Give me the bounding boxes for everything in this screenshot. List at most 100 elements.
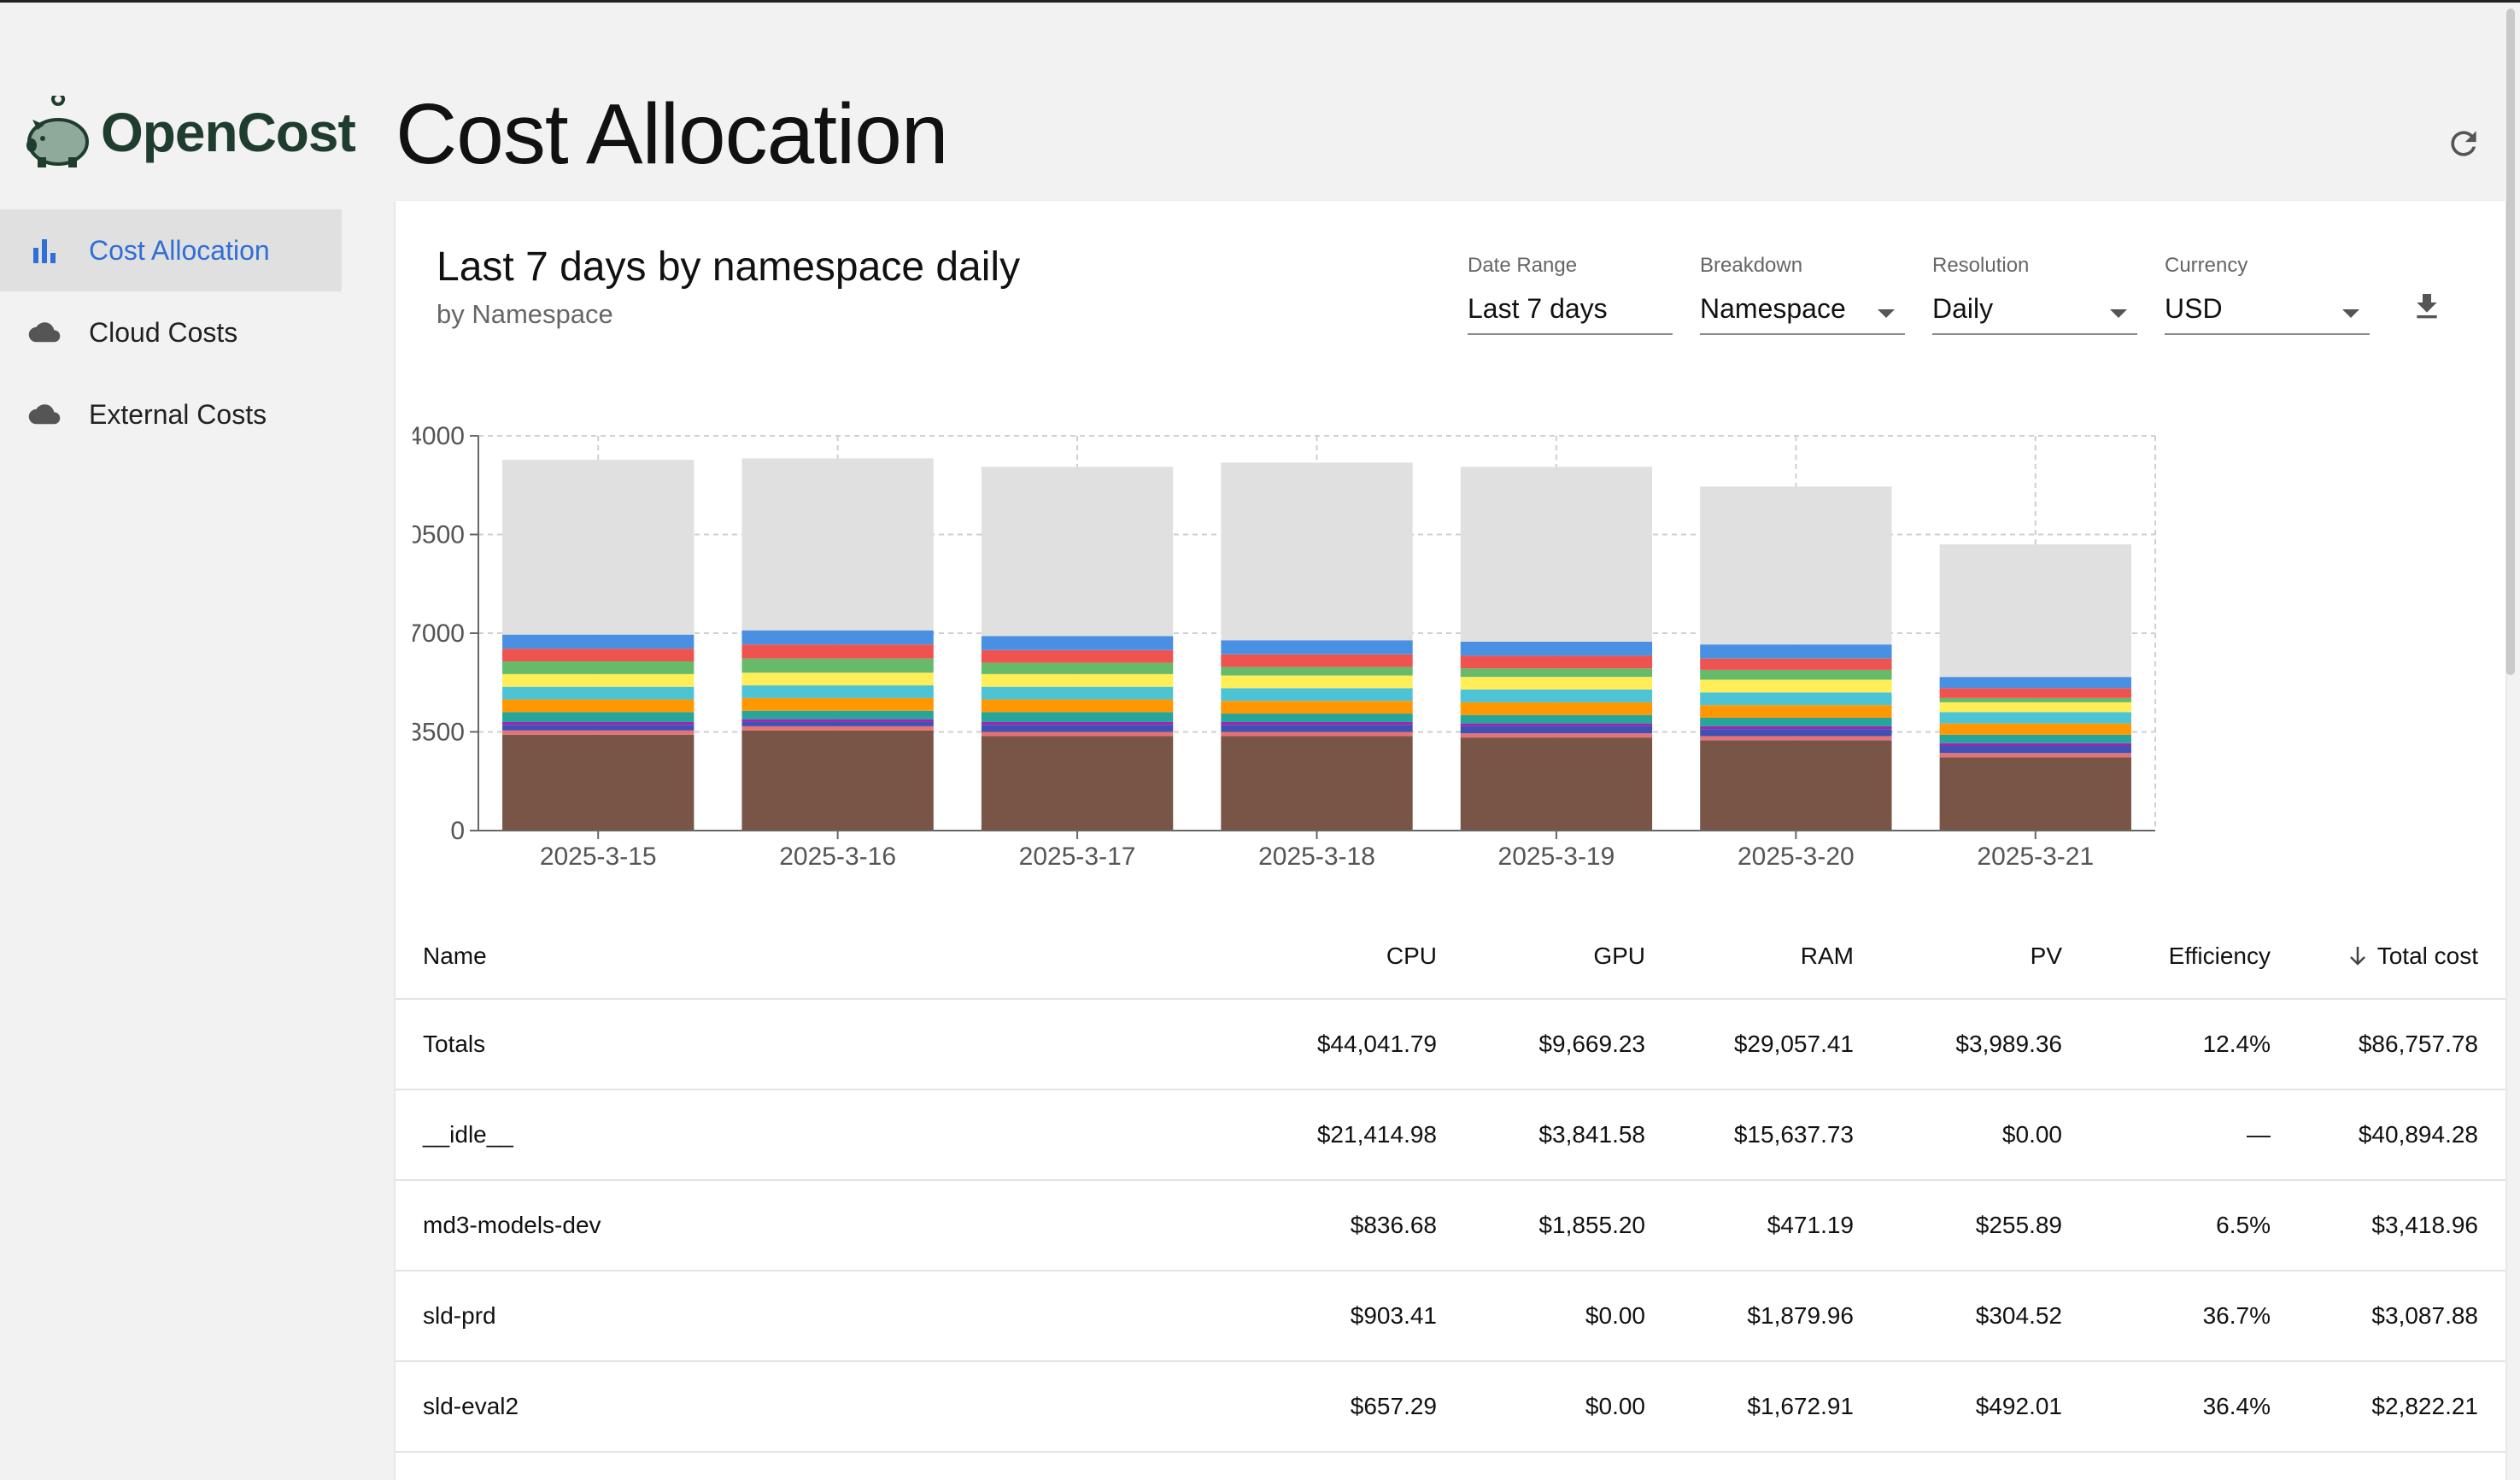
date-range-select[interactable]: Date Range Last 7 days	[1468, 254, 1673, 335]
chevron-down-icon	[2342, 309, 2359, 318]
bar-segment	[1460, 655, 1653, 669]
ram-cell: $1,672.91	[1747, 1393, 1854, 1419]
bar-segment	[1939, 734, 2131, 743]
column-header-name[interactable]: Name	[423, 943, 487, 970]
bar-segment	[1221, 675, 1413, 689]
bar-segment	[1939, 688, 2131, 698]
breakdown-select[interactable]: Breakdown Namespace	[1700, 254, 1905, 335]
total-cost-cell: $2,822.21	[2371, 1393, 2478, 1419]
download-button[interactable]	[2410, 288, 2444, 326]
sidebar-item-label: External Costs	[89, 398, 267, 430]
table-row[interactable]: sld-eval2 $657.29 $0.00 $1,672.91 $492.01 36.…	[396, 1362, 2505, 1453]
brand-name: OpenCost	[101, 102, 356, 163]
bar-segment	[1939, 757, 2131, 831]
resolution-label: Resolution	[1932, 254, 2030, 277]
efficiency-cell: 36.4%	[2202, 1393, 2271, 1419]
table-row[interactable]: sld-prd $903.41 $0.00 $1,879.96 $304.52 36.7%…	[396, 1272, 2505, 1362]
bar-segment	[1460, 714, 1653, 724]
sidebar-item-cost-allocation[interactable]: Cost Allocation	[0, 209, 342, 291]
sidebar-item-label: Cost Allocation	[89, 234, 270, 266]
total-cost-label: Total cost	[2376, 943, 2478, 969]
bar-segment	[1700, 725, 1892, 730]
arrow-down-icon	[2349, 947, 2365, 966]
resolution-select[interactable]: Resolution Daily	[1932, 254, 2137, 335]
gpu-cell: $3,841.58	[1538, 1121, 1645, 1148]
date-range-value: Last 7 days	[1468, 293, 1608, 324]
cost-stacked-bar-chart: 0 3500 7000 10500 14000 2025-3-15 2025-3-16 202…	[413, 422, 2156, 871]
bar-segment	[1700, 486, 1892, 645]
bar-segment	[1939, 746, 2131, 754]
y-tick-label: 0	[450, 817, 465, 845]
bar-segment	[1939, 753, 2131, 758]
refresh-icon	[2451, 131, 2476, 156]
bar-segment	[502, 734, 694, 831]
bar-segment	[981, 725, 1174, 732]
bar-segment	[1221, 701, 1413, 714]
bar-chart-icon	[27, 233, 62, 267]
pv-cell: $492.01	[1975, 1393, 2062, 1419]
bar-segment	[502, 649, 694, 661]
bar-segment	[1700, 736, 1892, 741]
x-tick-label: 2025-3-18	[1258, 843, 1375, 871]
chevron-down-icon	[1878, 309, 1895, 318]
scrollbar[interactable]	[2506, 9, 2515, 675]
bar-segment	[981, 649, 1174, 663]
bar-segment	[981, 721, 1174, 725]
window-top-border	[0, 0, 2520, 3]
bar-segment	[502, 721, 694, 725]
bar-segment	[741, 725, 934, 731]
currency-select[interactable]: Currency USD	[2165, 254, 2370, 335]
bar-segment	[741, 710, 934, 719]
bar-segment	[1221, 736, 1413, 831]
column-header-efficiency[interactable]: Efficiency	[2169, 943, 2271, 970]
bar-segment	[1221, 731, 1413, 737]
pv-cell: $255.89	[1975, 1212, 2062, 1238]
bar-segment	[1460, 725, 1653, 734]
bar-segment	[981, 686, 1174, 700]
bar-segment	[1221, 654, 1413, 667]
sidebar-item-cloud-costs[interactable]: Cloud Costs	[0, 291, 342, 373]
bar-segment	[1221, 725, 1413, 732]
report-title: Last 7 days by namespace daily	[437, 244, 1021, 290]
pv-cell: $304.52	[1975, 1302, 2062, 1329]
efficiency-cell: 12.4%	[2202, 1031, 2271, 1057]
name-cell: sld-eval2	[423, 1393, 519, 1419]
table-row[interactable]: __idle__ $21,414.98 $3,841.58 $15,637.73 $0.…	[396, 1090, 2505, 1181]
sidebar-item-external-costs[interactable]: External Costs	[0, 373, 342, 455]
sidebar-nav: Cost Allocation Cloud Costs External Cos…	[0, 209, 342, 455]
bar-segment	[741, 630, 934, 645]
bar-segment	[502, 730, 694, 735]
efficiency-cell: 36.7%	[2202, 1302, 2271, 1329]
bar-segment	[1460, 677, 1653, 690]
report-card: Last 7 days by namespace daily by Namesp…	[396, 201, 2505, 1480]
pv-cell: $0.00	[2001, 1121, 2062, 1148]
bar-segment	[1700, 740, 1892, 831]
name-cell: Totals	[423, 1031, 486, 1057]
bar-segment	[1221, 688, 1413, 702]
gpu-cell: $0.00	[1585, 1302, 1645, 1329]
gpu-cell: $9,669.23	[1538, 1031, 1645, 1057]
totals-row[interactable]: Totals $44,041.79 $9,669.23 $29,057.41 $3,98…	[396, 1000, 2505, 1090]
bar-segment	[1700, 718, 1892, 726]
table-body: Totals $44,041.79 $9,669.23 $29,057.41 $3,98…	[396, 1000, 2505, 1453]
cpu-cell: $44,041.79	[1316, 1031, 1437, 1057]
column-header-total-cost[interactable]: Total cost	[2348, 943, 2478, 970]
column-header-pv[interactable]: PV	[2031, 943, 2062, 970]
resolution-value: Daily	[1932, 293, 1994, 324]
refresh-button[interactable]	[2445, 125, 2482, 162]
bar-segment	[741, 730, 934, 831]
bar-segment	[502, 460, 694, 635]
column-header-ram[interactable]: RAM	[1801, 943, 1854, 970]
brand-logo[interactable]: OpenCost	[24, 94, 356, 171]
bar-segment	[1221, 714, 1413, 722]
bar-segment	[741, 697, 934, 711]
x-tick-label: 2025-3-15	[540, 843, 657, 871]
column-header-gpu[interactable]: GPU	[1593, 943, 1645, 970]
date-range-label: Date Range	[1468, 254, 1578, 277]
page-title: Cost Allocation	[396, 86, 948, 182]
column-header-cpu[interactable]: CPU	[1386, 943, 1437, 970]
table-row[interactable]: md3-models-dev $836.68 $1,855.20 $471.19 $25…	[396, 1181, 2505, 1272]
name-cell: __idle__	[423, 1121, 513, 1148]
ram-cell: $1,879.96	[1747, 1302, 1854, 1329]
currency-value: USD	[2165, 293, 2223, 324]
